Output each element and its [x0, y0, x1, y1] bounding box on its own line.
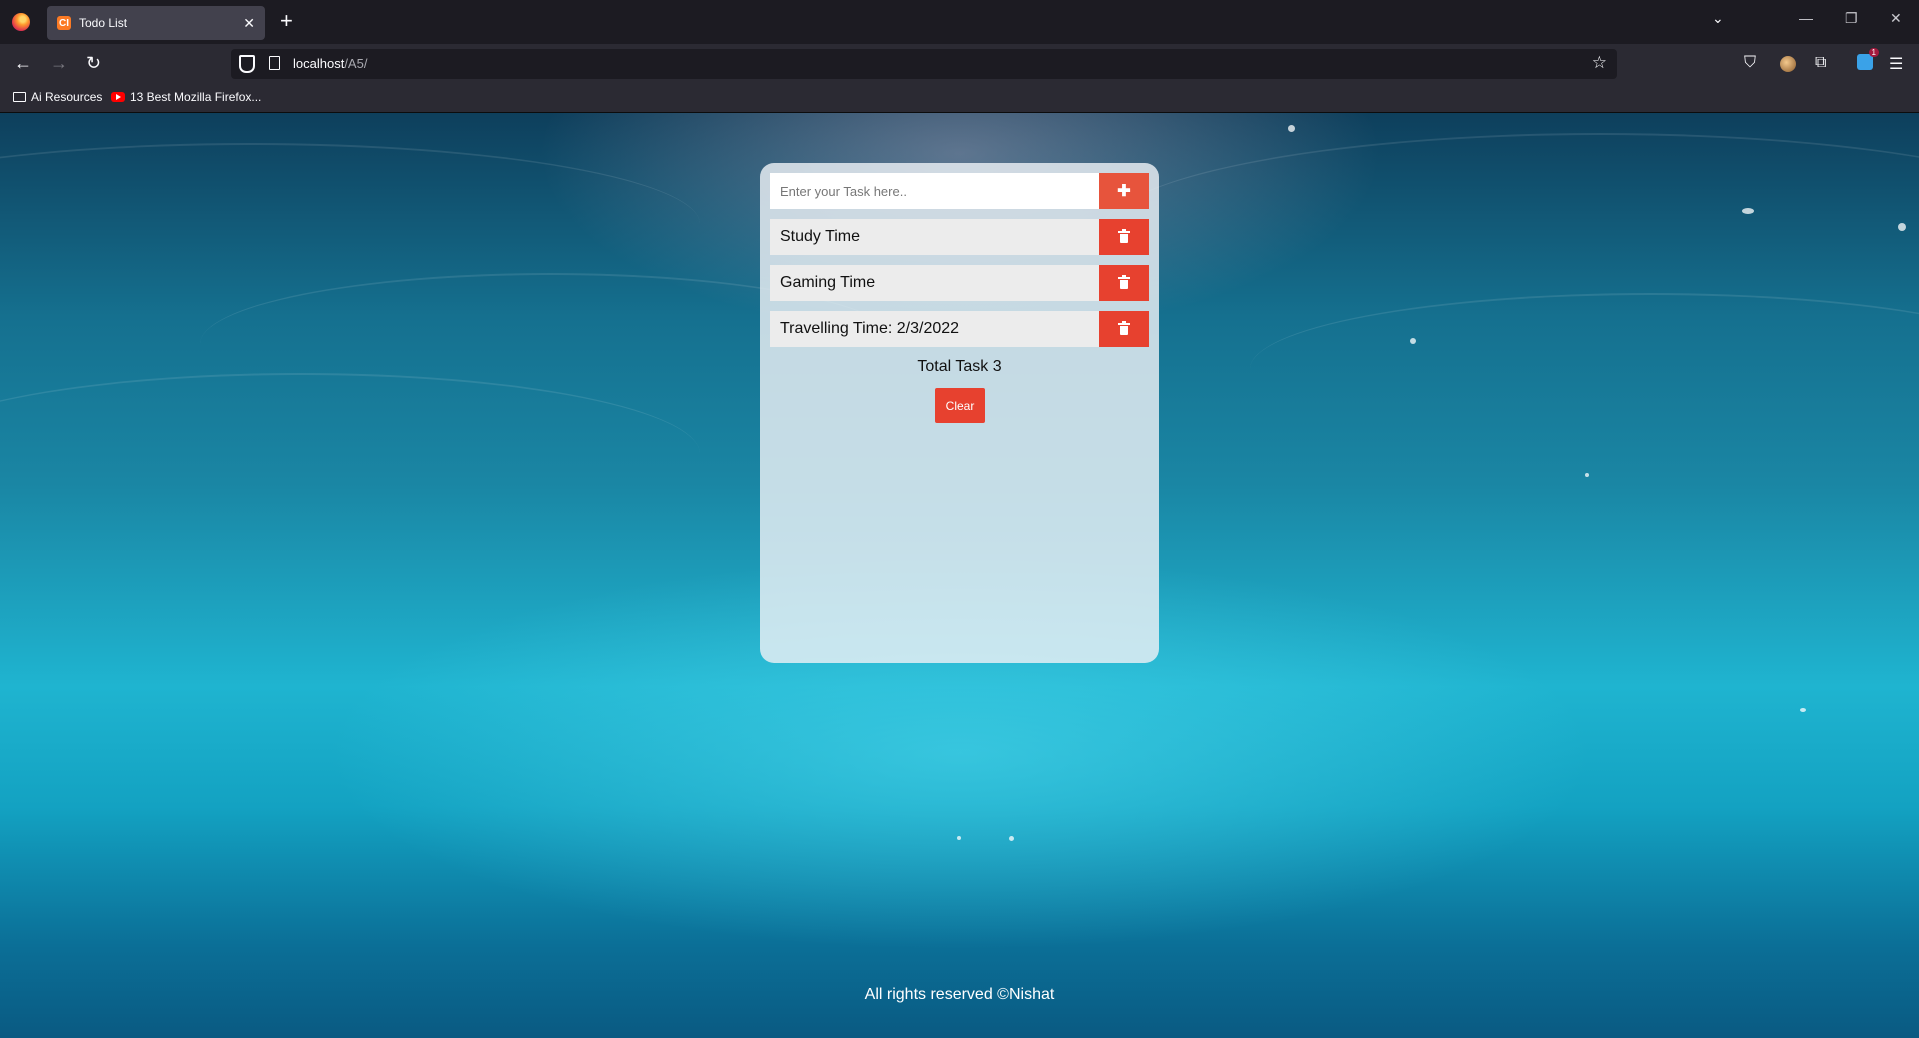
footer-text: All rights reserved ©Nishat [864, 986, 1055, 1003]
tab-favicon-icon: CI [57, 16, 71, 30]
bubble [1742, 208, 1754, 214]
delete-task-button[interactable] [1099, 311, 1149, 347]
bookmark-label: Ai Resources [31, 90, 103, 104]
delete-task-button[interactable] [1099, 219, 1149, 255]
tab-todo-list[interactable]: CI Todo List ✕ [47, 6, 265, 40]
bubble [1410, 338, 1416, 344]
trash-icon [1118, 275, 1130, 289]
task-item: Travelling Time: 2/3/2022 [770, 311, 1149, 347]
bubble [1288, 125, 1295, 132]
todo-card: ✚ Study Time Gaming Time Travelling Time… [760, 163, 1159, 663]
list-all-tabs-chevron-icon[interactable]: ⌄ [1712, 10, 1724, 27]
bookmarks-toolbar: Ai Resources 13 Best Mozilla Firefox... [0, 84, 1919, 113]
total-task-count: Total Task 3 [917, 358, 1002, 375]
bubble [1585, 473, 1589, 477]
url-path: /A5/ [344, 56, 368, 71]
navigation-toolbar: ← → ↻ localhost/A5/ ☆ ⛉ ⧉ 1 ☰ [0, 44, 1919, 84]
close-window-icon[interactable]: ✕ [1890, 10, 1902, 27]
bubble [1800, 708, 1806, 712]
forward-arrow-icon[interactable]: → [50, 53, 68, 74]
trash-icon [1118, 321, 1130, 335]
task-item: Gaming Time [770, 265, 1149, 301]
bubble [957, 836, 961, 840]
tab-bar: CI Todo List ✕ + ⌄ — ❐ ✕ [0, 0, 1919, 44]
extension-icon[interactable]: 1 [1857, 48, 1879, 70]
bookmark-label: 13 Best Mozilla Firefox... [130, 90, 262, 104]
task-item: Study Time [770, 219, 1149, 255]
url-text[interactable]: localhost/A5/ [293, 56, 367, 71]
trash-icon [1118, 229, 1130, 243]
page-info-icon[interactable] [269, 56, 280, 70]
bookmark-ai-resources[interactable]: Ai Resources [13, 90, 102, 104]
minimize-icon[interactable]: — [1799, 10, 1813, 26]
add-task-row: ✚ [770, 173, 1149, 209]
add-task-button[interactable]: ✚ [1099, 173, 1149, 209]
bookmark-firefox-article[interactable]: 13 Best Mozilla Firefox... [111, 90, 261, 104]
tab-title: Todo List [79, 16, 128, 30]
firefox-logo-icon[interactable] [12, 13, 30, 31]
bubble [1898, 223, 1906, 231]
back-arrow-icon[interactable]: ← [14, 53, 32, 74]
tracking-protection-shield-icon[interactable] [239, 55, 255, 73]
pocket-icon[interactable]: ⛉ [1744, 54, 1756, 72]
page-viewport: ✚ Study Time Gaming Time Travelling Time… [0, 113, 1919, 1038]
delete-task-button[interactable] [1099, 265, 1149, 301]
new-tab-button[interactable]: + [280, 8, 293, 34]
folder-icon [13, 92, 26, 102]
clear-button[interactable]: Clear [935, 388, 985, 423]
url-host: localhost [293, 56, 345, 71]
account-avatar[interactable] [1780, 56, 1796, 72]
task-text: Travelling Time: 2/3/2022 [780, 320, 960, 337]
bubble [1009, 836, 1014, 841]
task-input[interactable] [770, 173, 1099, 209]
task-text: Gaming Time [780, 274, 876, 291]
restore-icon[interactable]: ❐ [1845, 10, 1858, 27]
address-bar[interactable]: localhost/A5/ ☆ [231, 49, 1617, 79]
extensions-puzzle-icon[interactable]: ⧉ [1815, 54, 1826, 72]
youtube-icon [111, 92, 125, 102]
task-text: Study Time [780, 228, 861, 245]
bookmark-star-icon[interactable]: ☆ [1592, 53, 1607, 73]
extension-badge-count: 1 [1868, 48, 1879, 57]
menu-hamburger-icon[interactable]: ☰ [1889, 54, 1903, 74]
tab-close-icon[interactable]: ✕ [243, 15, 255, 32]
plus-icon: ✚ [1117, 183, 1131, 200]
reload-icon[interactable]: ↻ [86, 53, 101, 74]
